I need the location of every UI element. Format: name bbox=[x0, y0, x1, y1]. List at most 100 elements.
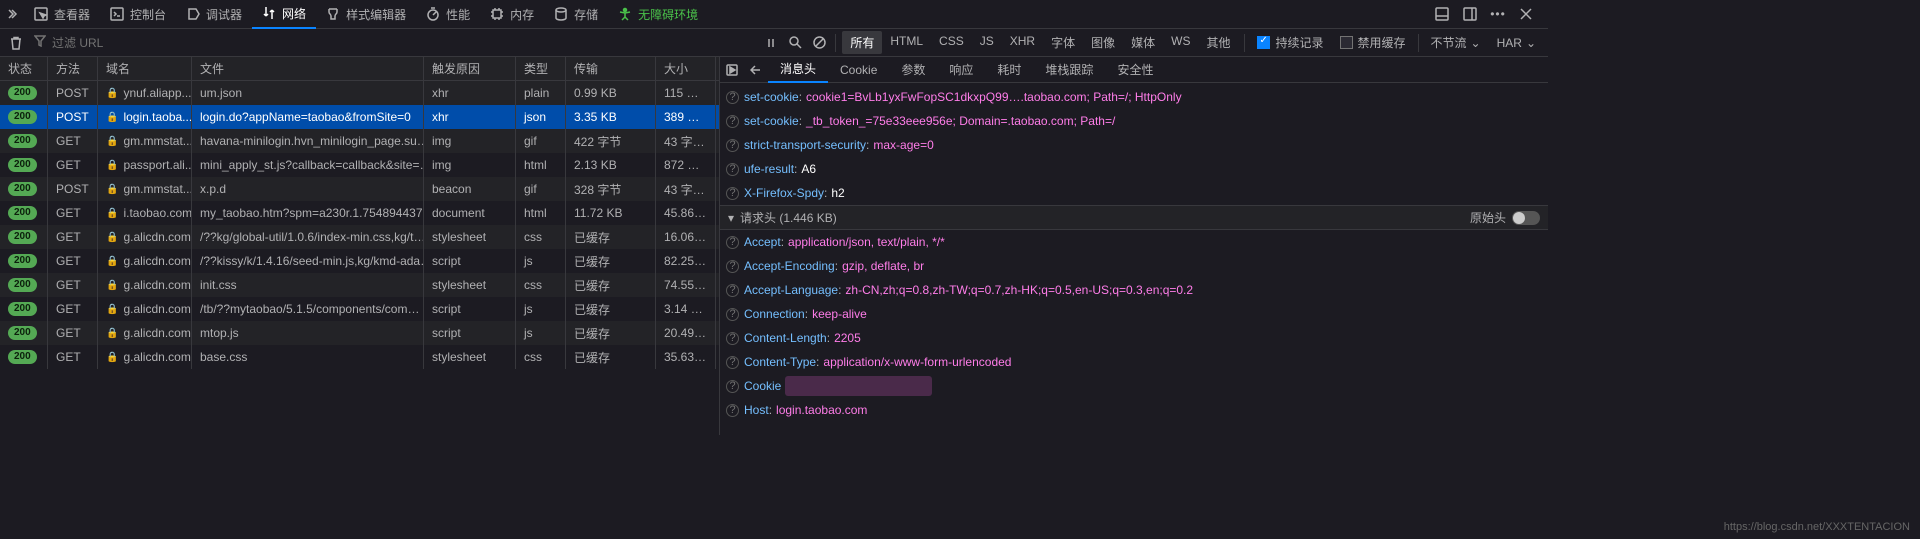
detail-tab-消息头[interactable]: 消息头 bbox=[768, 57, 828, 83]
help-icon[interactable]: ? bbox=[726, 236, 739, 249]
accessibility-icon bbox=[618, 7, 632, 21]
help-icon[interactable]: ? bbox=[726, 115, 739, 128]
help-icon[interactable]: ? bbox=[726, 380, 739, 393]
status-badge: 200 bbox=[8, 86, 37, 100]
request-row[interactable]: 200 GET 🔒passport.ali... mini_apply_st.j… bbox=[0, 153, 719, 177]
filter-type-其他[interactable]: 其他 bbox=[1198, 31, 1238, 54]
help-icon[interactable]: ? bbox=[726, 260, 739, 273]
detail-tab-响应[interactable]: 响应 bbox=[937, 57, 985, 83]
detail-tab-耗时[interactable]: 耗时 bbox=[985, 57, 1033, 83]
request-row[interactable]: 200 GET 🔒gm.mmstat... havana-minilogin.h… bbox=[0, 129, 719, 153]
filter-type-XHR[interactable]: XHR bbox=[1002, 31, 1043, 54]
help-icon[interactable]: ? bbox=[726, 139, 739, 152]
persist-log-checkbox[interactable]: 持续记录 bbox=[1251, 34, 1329, 51]
chevron-down-icon: ▾ bbox=[728, 211, 734, 225]
col-domain[interactable]: 域名 bbox=[98, 57, 192, 80]
tab-debugger[interactable]: 调试器 bbox=[176, 0, 252, 29]
col-transferred[interactable]: 传输 bbox=[566, 57, 656, 80]
header-line: ?Accept-Language: zh-CN,zh;q=0.8,zh-TW;q… bbox=[720, 278, 1548, 302]
col-cause[interactable]: 触发原因 bbox=[424, 57, 516, 80]
col-method[interactable]: 方法 bbox=[48, 57, 98, 80]
request-row[interactable]: 200 POST 🔒ynuf.aliapp... um.json xhr pla… bbox=[0, 81, 719, 105]
tab-label: 控制台 bbox=[130, 6, 166, 23]
tab-storage[interactable]: 存储 bbox=[544, 0, 608, 29]
tab-performance[interactable]: 性能 bbox=[416, 0, 480, 29]
detail-tab-堆栈跟踪[interactable]: 堆栈跟踪 bbox=[1033, 57, 1105, 83]
col-status[interactable]: 状态 bbox=[0, 57, 48, 80]
console-icon bbox=[110, 7, 124, 21]
help-icon[interactable]: ? bbox=[726, 284, 739, 297]
filter-type-媒体[interactable]: 媒体 bbox=[1123, 31, 1163, 54]
tab-label: 无障碍环境 bbox=[638, 6, 698, 23]
dock-side-icon[interactable] bbox=[1460, 4, 1480, 24]
request-row[interactable]: 200 GET 🔒g.alicdn.com /tb/??mytaobao/5.1… bbox=[0, 297, 719, 321]
har-menu[interactable]: HAR⌄ bbox=[1491, 36, 1542, 50]
request-row[interactable]: 200 GET 🔒g.alicdn.com base.css styleshee… bbox=[0, 345, 719, 369]
inspector-icon bbox=[34, 7, 48, 21]
status-badge: 200 bbox=[8, 158, 37, 172]
replay-icon[interactable] bbox=[720, 60, 744, 80]
tab-inspector[interactable]: 查看器 bbox=[24, 0, 100, 29]
filter-url-input[interactable]: 过滤 URL bbox=[52, 34, 103, 51]
col-size[interactable]: 大小 bbox=[656, 57, 716, 80]
col-file[interactable]: 文件 bbox=[192, 57, 424, 80]
header-line: ?Accept-Encoding: gzip, deflate, br bbox=[720, 254, 1548, 278]
tab-console[interactable]: 控制台 bbox=[100, 0, 176, 29]
request-row[interactable]: 200 GET 🔒i.taobao.com my_taobao.htm?spm=… bbox=[0, 201, 719, 225]
filter-type-字体[interactable]: 字体 bbox=[1043, 31, 1083, 54]
detail-tab-参数[interactable]: 参数 bbox=[889, 57, 937, 83]
detail-tab-Cookie[interactable]: Cookie bbox=[828, 57, 889, 83]
tab-label: 查看器 bbox=[54, 6, 90, 23]
header-line: ?set-cookie: _tb_token_=75e33eee956e; Do… bbox=[720, 109, 1548, 133]
request-row[interactable]: 200 GET 🔒g.alicdn.com /??kissy/k/1.4.16/… bbox=[0, 249, 719, 273]
filter-type-所有[interactable]: 所有 bbox=[842, 31, 882, 54]
filter-type-CSS[interactable]: CSS bbox=[931, 31, 972, 54]
back-icon[interactable] bbox=[744, 60, 768, 80]
disable-cache-checkbox[interactable]: 禁用缓存 bbox=[1334, 34, 1412, 51]
overflow-left-icon[interactable] bbox=[4, 4, 24, 24]
network-icon bbox=[262, 6, 276, 20]
tab-label: 存储 bbox=[574, 6, 598, 23]
request-row[interactable]: 200 GET 🔒g.alicdn.com init.css styleshee… bbox=[0, 273, 719, 297]
filter-type-HTML[interactable]: HTML bbox=[882, 31, 931, 54]
filter-type-图像[interactable]: 图像 bbox=[1083, 31, 1123, 54]
request-row[interactable]: 200 POST 🔒gm.mmstat... x.p.d beacon gif … bbox=[0, 177, 719, 201]
search-icon[interactable] bbox=[785, 33, 805, 53]
header-line: ?Cookie bbox=[720, 374, 1548, 398]
request-row[interactable]: 200 POST 🔒login.taoba... login.do?appNam… bbox=[0, 105, 719, 129]
request-row[interactable]: 200 GET 🔒g.alicdn.com mtop.js script js … bbox=[0, 321, 719, 345]
help-icon[interactable]: ? bbox=[726, 187, 739, 200]
tab-network[interactable]: 网络 bbox=[252, 0, 316, 29]
tab-style[interactable]: 样式编辑器 bbox=[316, 0, 416, 29]
header-line: ?Content-Type: application/x-www-form-ur… bbox=[720, 350, 1548, 374]
help-icon[interactable]: ? bbox=[726, 308, 739, 321]
lock-icon: 🔒 bbox=[106, 256, 118, 267]
col-type[interactable]: 类型 bbox=[516, 57, 566, 80]
help-icon[interactable]: ? bbox=[726, 163, 739, 176]
detail-tab-安全性[interactable]: 安全性 bbox=[1105, 57, 1165, 83]
tab-label: 性能 bbox=[446, 6, 470, 23]
header-line: ?Connection: keep-alive bbox=[720, 302, 1548, 326]
throttle-select[interactable]: 不节流⌄ bbox=[1425, 34, 1487, 51]
pause-icon[interactable] bbox=[761, 33, 781, 53]
raw-toggle[interactable] bbox=[1512, 211, 1540, 225]
filter-type-WS[interactable]: WS bbox=[1163, 31, 1198, 54]
status-badge: 200 bbox=[8, 278, 37, 292]
storage-icon bbox=[554, 7, 568, 21]
close-icon[interactable] bbox=[1516, 4, 1536, 24]
tab-accessibility[interactable]: 无障碍环境 bbox=[608, 0, 708, 29]
status-badge: 200 bbox=[8, 326, 37, 340]
help-icon[interactable]: ? bbox=[726, 91, 739, 104]
filter-type-JS[interactable]: JS bbox=[972, 31, 1002, 54]
tab-memory[interactable]: 内存 bbox=[480, 0, 544, 29]
request-headers-section[interactable]: ▾ 请求头 (1.446 KB) bbox=[728, 209, 1470, 226]
block-icon[interactable] bbox=[809, 33, 829, 53]
help-icon[interactable]: ? bbox=[726, 332, 739, 345]
help-icon[interactable]: ? bbox=[726, 404, 739, 417]
help-icon[interactable]: ? bbox=[726, 356, 739, 369]
dock-bottom-icon[interactable] bbox=[1432, 4, 1452, 24]
trash-icon[interactable] bbox=[6, 33, 26, 53]
request-row[interactable]: 200 GET 🔒g.alicdn.com /??kg/global-util/… bbox=[0, 225, 719, 249]
status-badge: 200 bbox=[8, 134, 37, 148]
more-icon[interactable]: ••• bbox=[1488, 4, 1508, 24]
